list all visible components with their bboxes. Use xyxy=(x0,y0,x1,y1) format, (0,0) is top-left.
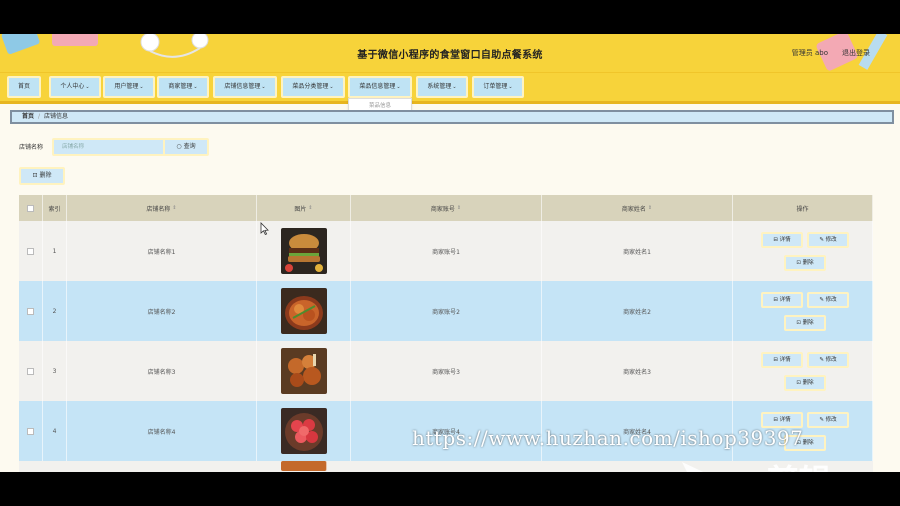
edit-icon: ✎ xyxy=(819,237,824,243)
trash-icon: ⊡ xyxy=(796,260,801,266)
table-row[interactable]: 3 店铺名称3 商家账号3 商家姓名3 ⊟ 详情 ✎ 修改 ⊡ 删除 xyxy=(19,341,873,401)
select-all-checkbox[interactable] xyxy=(27,204,34,212)
cell-index: 1 xyxy=(43,221,67,281)
row-checkbox[interactable] xyxy=(27,307,34,315)
nav-item-profile[interactable]: 个人中心⌄ xyxy=(49,76,101,98)
nav-item-users[interactable]: 用户管理⌄ xyxy=(103,76,155,98)
nav-item-system[interactable]: 系统管理⌄ xyxy=(416,76,468,98)
chevron-down-icon: ⌄ xyxy=(193,84,198,90)
nav-item-dish-category[interactable]: 菜品分类管理⌄ xyxy=(281,76,345,98)
row-checkbox[interactable] xyxy=(27,247,34,255)
table-row[interactable]: 2 店铺名称2 商家账号2 商家姓名2 ⊟ 详情 ✎ 修改 ⊡ 删除 xyxy=(19,281,873,341)
cell-merchant-name: 商家姓名2 xyxy=(542,281,733,341)
delete-button[interactable]: ⊡ 删除 xyxy=(784,315,826,331)
ev-editor-logo: ev剪辑 xyxy=(682,462,831,472)
chevron-down-icon: ⌄ xyxy=(396,84,401,90)
sort-icon: ⇕ xyxy=(308,205,313,211)
batch-delete-button[interactable]: ⊡ 删除 xyxy=(19,167,65,185)
trash-icon: ⊡ xyxy=(796,380,801,386)
cell-merchant-account: 商家账号1 xyxy=(351,221,542,281)
col-header-name[interactable]: 店铺名称 ⇕ xyxy=(67,195,257,221)
row-checkbox[interactable] xyxy=(27,427,34,435)
header-bar: 基于微信小程序的食堂窗口自助点餐系统 管理员 abo 退出登录 xyxy=(0,34,900,72)
col-header-image[interactable]: 图片 ⇕ xyxy=(257,195,351,221)
shop-name-search-input[interactable]: 店铺名称 ⌕ xyxy=(52,138,172,156)
shop-image[interactable] xyxy=(281,461,327,471)
cell-merchant-account: 商家账号3 xyxy=(351,341,542,401)
search-icon: ○ xyxy=(176,143,182,150)
svg-text:ev剪辑: ev剪辑 xyxy=(724,462,831,472)
cell-merchant-account: 商家账号2 xyxy=(351,281,542,341)
nav-item-dish-info[interactable]: 菜品信息管理⌄ xyxy=(348,76,412,98)
cell-shop-name: 店铺名称4 xyxy=(67,401,257,461)
top-nav: 首页 个人中心⌄ 用户管理⌄ 商家管理⌄ 店铺信息管理⌄ 菜品分类管理⌄ 菜品信… xyxy=(0,72,900,104)
shop-image[interactable] xyxy=(280,408,327,454)
table-row[interactable]: 1 店铺名称1 商家账号1 商家姓名1 ⊟ 详情 ✎ 修改 ⊡ 删除 xyxy=(19,221,873,281)
breadcrumb: 首页 / 店铺信息 xyxy=(10,110,894,124)
detail-icon: ⊟ xyxy=(773,357,778,363)
mouse-cursor xyxy=(260,222,269,236)
sort-icon: ⇕ xyxy=(172,205,177,211)
edit-icon: ✎ xyxy=(819,297,824,303)
delete-button[interactable]: ⊡ 删除 xyxy=(784,375,826,391)
chevron-down-icon: ⌄ xyxy=(452,84,457,90)
col-header-owner[interactable]: 商家姓名 ⇕ xyxy=(542,195,733,221)
detail-button[interactable]: ⊟ 详情 xyxy=(761,232,803,248)
logout-link[interactable]: 退出登录 xyxy=(842,48,870,58)
breadcrumb-current: 店铺信息 xyxy=(44,113,69,120)
detail-icon: ⊟ xyxy=(773,237,778,243)
chevron-down-icon: ⌄ xyxy=(329,84,334,90)
watermark-url: https://www.huzhan.com/ishop39397 xyxy=(412,426,804,450)
col-header-index[interactable]: 索引 xyxy=(43,195,67,221)
cell-shop-name: 店铺名称3 xyxy=(67,341,257,401)
nav-item-orders[interactable]: 订单管理⌄ xyxy=(472,76,524,98)
table-header-row: 索引 店铺名称 ⇕ 图片 ⇕ 商家账号 ⇕ 商家姓名 ⇕ 操作 xyxy=(19,195,873,221)
chevron-down-icon: ⌄ xyxy=(508,84,513,90)
shop-image[interactable] xyxy=(280,348,327,394)
delete-button[interactable]: ⊡ 删除 xyxy=(784,255,826,271)
col-header-actions: 操作 xyxy=(733,195,873,221)
nav-item-merchants[interactable]: 商家管理⌄ xyxy=(157,76,209,98)
app-window: 基于微信小程序的食堂窗口自助点餐系统 管理员 abo 退出登录 首页 个人中心⌄… xyxy=(0,34,900,472)
edit-button[interactable]: ✎ 修改 xyxy=(807,292,849,308)
sort-icon: ⇕ xyxy=(456,205,462,211)
detail-icon: ⊟ xyxy=(773,417,778,423)
edit-button[interactable]: ✎ 修改 xyxy=(807,232,849,248)
row-checkbox[interactable] xyxy=(27,367,34,375)
chevron-down-icon: ⌄ xyxy=(139,84,144,90)
chevron-down-icon: ⌄ xyxy=(261,84,266,90)
cell-merchant-name: 商家姓名1 xyxy=(542,221,733,281)
edit-icon: ✎ xyxy=(819,417,824,423)
edit-button[interactable]: ✎ 修改 xyxy=(807,412,849,428)
search-label: 店铺名称 xyxy=(19,144,44,151)
detail-icon: ⊟ xyxy=(773,297,778,303)
detail-button[interactable]: ⊟ 详情 xyxy=(761,352,803,368)
trash-icon: ⊡ xyxy=(796,320,801,326)
cell-merchant-name: 商家姓名3 xyxy=(542,341,733,401)
cell-index: 4 xyxy=(43,401,67,461)
nav-item-shop-info[interactable]: 店铺信息管理⌄ xyxy=(213,76,277,98)
search-button[interactable]: ○ 查询 xyxy=(163,138,209,156)
page-title: 基于微信小程序的食堂窗口自助点餐系统 xyxy=(357,50,543,61)
detail-button[interactable]: ⊟ 详情 xyxy=(761,292,803,308)
col-header-account[interactable]: 商家账号 ⇕ xyxy=(351,195,542,221)
breadcrumb-home[interactable]: 首页 xyxy=(22,113,34,120)
edit-icon: ✎ xyxy=(819,357,824,363)
shop-image[interactable] xyxy=(280,288,327,334)
cell-shop-name: 店铺名称1 xyxy=(67,221,257,281)
user-label: 管理员 abo xyxy=(791,49,828,57)
edit-button[interactable]: ✎ 修改 xyxy=(807,352,849,368)
nav-item-home[interactable]: 首页 xyxy=(7,76,41,98)
chevron-down-icon: ⌄ xyxy=(85,84,90,90)
shop-image[interactable] xyxy=(280,228,327,274)
cell-index: 3 xyxy=(43,341,67,401)
cell-index: 2 xyxy=(43,281,67,341)
cell-shop-name: 店铺名称2 xyxy=(67,281,257,341)
trash-icon: ⊡ xyxy=(32,172,38,179)
sort-icon: ⇕ xyxy=(647,205,653,211)
